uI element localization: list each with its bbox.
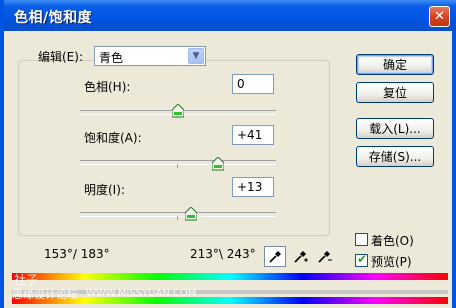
colorize-checkbox[interactable] — [355, 233, 368, 246]
saturation-slider-track[interactable] — [80, 160, 276, 168]
chevron-down-icon[interactable]: ▼ — [188, 48, 204, 64]
save-button[interactable]: 存储(S)... — [356, 146, 434, 167]
preview-checkbox[interactable]: ✔ — [355, 252, 368, 267]
adjust-group — [18, 60, 330, 236]
preview-label[interactable]: 预览(P) — [371, 253, 412, 270]
edit-select-value: 青色 — [99, 51, 124, 65]
reset-button[interactable]: 复位 — [356, 82, 434, 103]
lightness-slider-thumb[interactable] — [184, 207, 197, 221]
eyedropper-icon — [269, 250, 281, 263]
spectrum-bar-top — [12, 273, 448, 280]
saturation-label: 饱和度(A): — [84, 131, 142, 145]
ok-button[interactable]: 确定 — [356, 54, 434, 75]
saturation-slider-tick — [177, 164, 178, 168]
lightness-slider-track[interactable] — [80, 212, 276, 220]
colorize-label[interactable]: 着色(O) — [371, 232, 414, 249]
range-right-readout: 213°\ 243° — [190, 247, 256, 261]
title-bar[interactable]: 色相/饱和度 ✕ — [4, 0, 456, 31]
load-button[interactable]: 载入(L)... — [356, 118, 434, 139]
lightness-label: 明度(I): — [84, 183, 125, 197]
eyedropper-button[interactable] — [264, 246, 286, 267]
range-left-readout: 153°/ 183° — [44, 247, 110, 261]
watermark-line2: 思缘设计论坛 — [12, 288, 78, 301]
eyedropper-plus-button[interactable] — [290, 246, 312, 267]
hue-label: 色相(H): — [84, 80, 131, 94]
checkmark-icon: ✔ — [357, 252, 368, 266]
watermark-line3: WWW.MISSYUAN.COM — [86, 288, 197, 299]
eyedropper-minus-button[interactable] — [314, 246, 336, 267]
lightness-input[interactable]: +13 — [232, 177, 274, 197]
dialog-title: 色相/饱和度 — [14, 10, 93, 26]
eyedropper-minus-icon — [318, 250, 332, 263]
hue-slider-thumb[interactable] — [172, 104, 184, 118]
close-icon: ✕ — [434, 9, 445, 24]
saturation-input[interactable]: +41 — [232, 125, 274, 145]
edit-label: 编辑(E): — [38, 50, 83, 64]
edit-select[interactable]: 青色 ▼ — [94, 46, 206, 66]
hue-input[interactable]: 0 — [232, 74, 274, 94]
saturation-slider-thumb[interactable] — [212, 157, 225, 171]
eyedropper-plus-icon — [294, 250, 308, 263]
close-button[interactable]: ✕ — [429, 6, 450, 27]
lightness-slider-tick — [177, 216, 178, 220]
